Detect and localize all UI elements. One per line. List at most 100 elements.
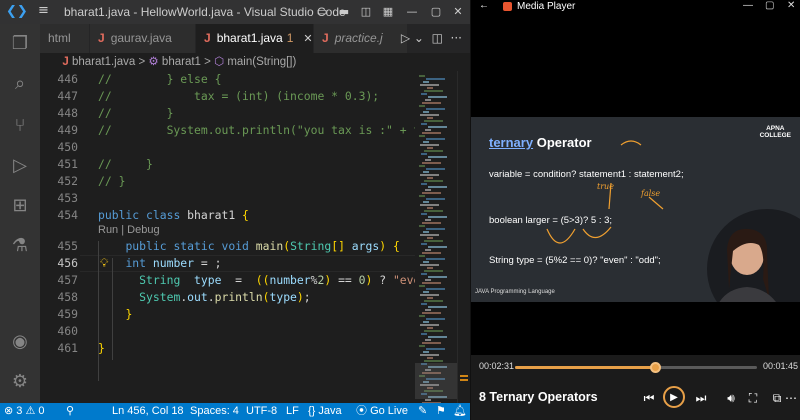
- encoding[interactable]: UTF-8: [246, 403, 277, 420]
- code-line[interactable]: 456 int number = ; 💡︎: [40, 255, 415, 272]
- grid-icon[interactable]: ▦: [378, 2, 398, 22]
- code-editor[interactable]: 446 // } else {447 // tax = (int) (income …: [40, 71, 415, 403]
- code-line[interactable]: 447 // tax = (int) (income * 0.3);: [40, 88, 415, 105]
- close-icon[interactable]: ✕: [448, 2, 468, 22]
- ports-icon[interactable]: ⚲: [66, 403, 74, 420]
- code-line[interactable]: 452 // }: [40, 173, 415, 190]
- run-icon[interactable]: ▷ ⌄: [401, 31, 424, 45]
- minimap-line: [420, 174, 439, 176]
- tab-bharat1-java[interactable]: Jbharat1.java 1 ✕: [196, 24, 314, 53]
- minimap-line: [420, 84, 439, 86]
- minimap-line: [419, 105, 425, 107]
- video-frame[interactable]: ternary Operator APNA COLLEGE variable =…: [471, 117, 800, 302]
- more-options-icon[interactable]: ⋯: [781, 388, 800, 408]
- go-live-button[interactable]: ⦿ Go Live: [356, 403, 408, 420]
- minimize-icon[interactable]: —: [743, 0, 753, 11]
- minimap-line: [423, 201, 429, 203]
- split-icon[interactable]: ◫: [356, 2, 376, 22]
- minimap-line: [424, 90, 443, 92]
- extensions-icon[interactable]: ⊞: [8, 194, 32, 218]
- code-line[interactable]: 446 // } else {: [40, 71, 415, 88]
- code-line[interactable]: 453: [40, 190, 415, 207]
- line-ending[interactable]: LF: [286, 403, 299, 420]
- line-number: 455: [57, 239, 78, 253]
- minimize-icon[interactable]: —: [402, 2, 422, 22]
- play-button[interactable]: ▶: [663, 386, 685, 408]
- minimap-line: [424, 330, 443, 332]
- language-mode[interactable]: {} Java: [308, 403, 342, 420]
- panel-icon[interactable]: ▬: [334, 2, 354, 22]
- window-title: bharat1.java - HellowWorld.java - Visual…: [64, 5, 346, 19]
- settings-gear-icon[interactable]: ⚙: [8, 370, 32, 394]
- minimap-line: [421, 123, 427, 125]
- seek-bar-thumb[interactable]: [650, 362, 662, 373]
- minimap-line: [420, 204, 439, 206]
- code-line[interactable]: 460: [40, 323, 415, 340]
- code-line[interactable]: 459 }: [40, 306, 415, 323]
- account-icon[interactable]: ◉: [8, 330, 32, 354]
- minimap-line: [425, 339, 431, 341]
- next-icon[interactable]: ⏭︎: [691, 388, 711, 408]
- maximize-icon[interactable]: ▢: [765, 0, 774, 11]
- code-line[interactable]: 449 // System.out.println("you tax is :" …: [40, 122, 415, 139]
- breadcrumb-method[interactable]: main(String[]): [227, 56, 296, 68]
- code-text: // tax = (int) (income * 0.3);: [98, 89, 380, 103]
- minimap-line: [419, 75, 425, 77]
- java-file-icon: J: [98, 31, 105, 45]
- tab-gaurav-java[interactable]: Jgaurav.java: [90, 24, 196, 53]
- search-icon[interactable]: ⌕: [8, 72, 32, 96]
- minimap-line: [425, 219, 431, 221]
- tab-practice-java[interactable]: Jpractice.j: [314, 24, 408, 53]
- breadcrumb-class[interactable]: bharat1: [162, 56, 201, 68]
- tab-close-icon[interactable]: ✕: [303, 33, 312, 45]
- minimap-viewport[interactable]: [415, 363, 457, 399]
- extension-status-icon[interactable]: ⚑: [436, 403, 446, 420]
- test-icon[interactable]: ⚗: [8, 234, 32, 258]
- layout-icon[interactable]: ▭: [312, 2, 332, 22]
- editor-scrollbar[interactable]: [457, 71, 470, 403]
- maximize-icon[interactable]: ▢: [426, 2, 446, 22]
- breadcrumb-file[interactable]: bharat1.java: [72, 56, 135, 68]
- vscode-titlebar: ❮❯ ≡ bharat1.java - HellowWorld.java - V…: [0, 0, 470, 24]
- more-actions-icon[interactable]: ···: [451, 31, 462, 45]
- feedback-icon[interactable]: ✎: [418, 403, 427, 420]
- line-number: 454: [57, 208, 78, 222]
- code-line[interactable]: 455 public static void main(String[] arg…: [40, 238, 415, 255]
- back-arrow-icon[interactable]: ←: [479, 0, 489, 11]
- volume-icon[interactable]: 🔊︎: [721, 388, 741, 408]
- fullscreen-icon[interactable]: ⛶: [743, 388, 763, 408]
- minimap-line: [421, 273, 427, 275]
- codelens-run-debug[interactable]: Run | Debug: [98, 224, 160, 236]
- minimap-line: [425, 309, 431, 311]
- minimap[interactable]: [415, 71, 457, 403]
- indentation[interactable]: Spaces: 4: [190, 403, 239, 420]
- minimap-line: [428, 156, 447, 158]
- previous-icon[interactable]: ⏮︎: [639, 388, 659, 408]
- code-line[interactable]: 454 public class bharat1 {: [40, 207, 415, 224]
- minimap-line: [422, 192, 441, 194]
- seek-bar[interactable]: [515, 362, 757, 373]
- cursor-position[interactable]: Ln 456, Col 18: [112, 403, 184, 420]
- code-line[interactable]: 458 System.out.println(type);: [40, 289, 415, 306]
- code-line[interactable]: 451 // }: [40, 156, 415, 173]
- menu-icon[interactable]: ≡: [38, 3, 49, 18]
- split-editor-icon[interactable]: ◫: [432, 31, 443, 45]
- code-line[interactable]: 448 // }: [40, 105, 415, 122]
- lightbulb-quickfix-icon[interactable]: 💡︎: [100, 255, 108, 272]
- seek-bar-progress: [515, 366, 656, 369]
- source-control-icon[interactable]: ⑂: [8, 114, 32, 138]
- java-file-icon: J: [62, 56, 69, 68]
- minimap-line: [426, 258, 445, 260]
- notifications-bell-icon[interactable]: 🔔︎: [453, 403, 467, 420]
- code-line[interactable]: 461}: [40, 340, 415, 357]
- minimap-line: [426, 318, 445, 320]
- minimap-line: [419, 255, 425, 257]
- code-line[interactable]: 450: [40, 139, 415, 156]
- close-icon[interactable]: ✕: [787, 0, 795, 11]
- code-line[interactable]: 457 String type = ((number%2) == 0) ? "e…: [40, 272, 415, 289]
- tab-html[interactable]: html: [40, 24, 90, 53]
- run-debug-icon[interactable]: ▷: [8, 154, 32, 178]
- minimap-line: [424, 360, 443, 362]
- problems-indicator[interactable]: ⊗ 3 ⚠ 0: [4, 403, 45, 420]
- explorer-icon[interactable]: ❐: [8, 32, 32, 56]
